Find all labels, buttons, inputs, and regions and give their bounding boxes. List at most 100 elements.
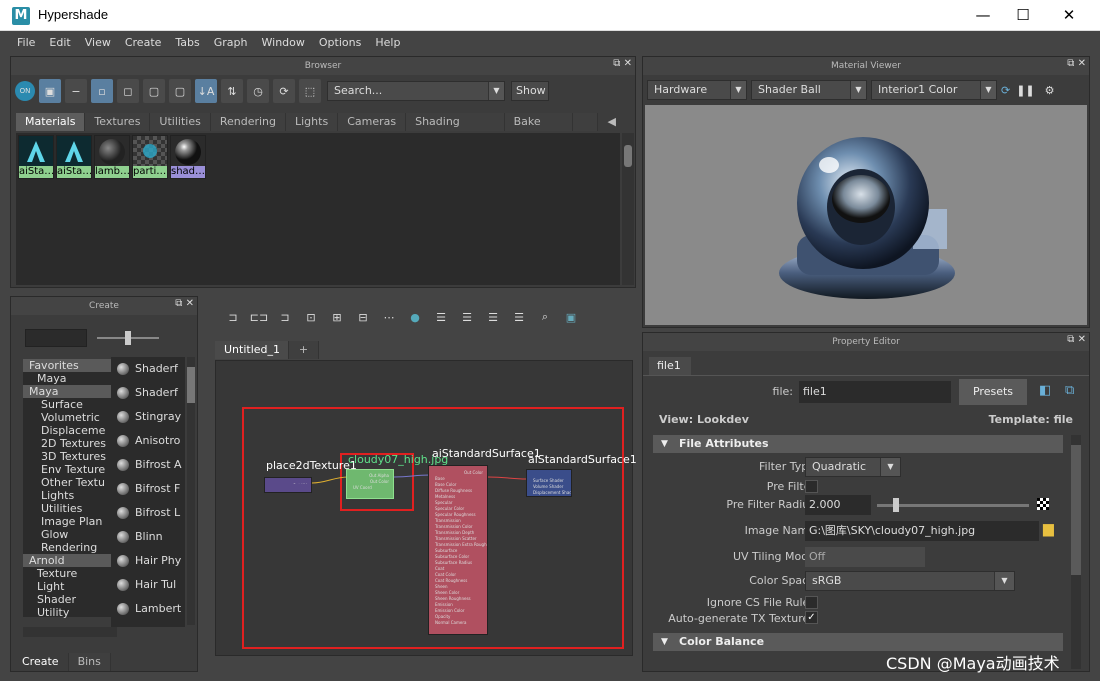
file-node[interactable]: Out Alpha Out Color UV Coord	[346, 469, 394, 499]
tab-create[interactable]: Create	[13, 653, 69, 671]
chevron-down-icon[interactable]: ▼	[488, 82, 504, 100]
material-preview-viewport[interactable]	[645, 105, 1087, 325]
tab-utilities[interactable]: Utilities	[150, 113, 211, 131]
menu-help[interactable]: Help	[368, 32, 407, 54]
ignore-cs-checkbox[interactable]	[805, 596, 818, 609]
io-connections-icon[interactable]: ⊏⊐	[248, 305, 270, 329]
shape-dropdown[interactable]: Shader Ball ▼	[751, 80, 867, 100]
show-input-icon[interactable]: ◧	[1039, 383, 1051, 398]
menu-view[interactable]: View	[78, 32, 118, 54]
minimize-button[interactable]: —	[968, 4, 998, 26]
large-icon-size-icon[interactable]: ▢	[143, 79, 165, 103]
tree-item[interactable]: Other Textu	[23, 476, 117, 489]
chevron-down-icon[interactable]: ▼	[880, 458, 900, 476]
copy-tab-icon[interactable]: ⧉	[1065, 383, 1074, 398]
swatch-lambert[interactable]: lamb…	[94, 135, 130, 179]
frame-all-icon[interactable]: ⊡	[300, 305, 322, 329]
node-list-item[interactable]: Bifrost A	[111, 453, 185, 477]
tree-favorites-maya[interactable]: Maya	[23, 372, 117, 385]
tab-cameras[interactable]: Cameras	[338, 113, 407, 131]
tab-bake-sets[interactable]: Bake Sets	[504, 113, 574, 146]
tab-lights[interactable]: Lights	[286, 113, 339, 131]
tree-item[interactable]: Shader	[23, 593, 117, 606]
maximize-button[interactable]: ☐	[1008, 4, 1038, 26]
pre-filter-checkbox[interactable]	[805, 480, 818, 493]
node-list-item[interactable]: Bifrost F	[111, 477, 185, 501]
select-icon[interactable]: ⬚	[299, 79, 321, 103]
close-button[interactable]: ✕	[1054, 4, 1084, 26]
refresh-icon[interactable]: ⟳	[1001, 84, 1010, 97]
node-list-item[interactable]: Stingray	[111, 405, 185, 429]
node-list-item[interactable]: Shaderf	[111, 357, 185, 381]
section-color-balance[interactable]: ▼ Color Balance	[653, 633, 1063, 651]
settings-icon[interactable]: ⚙	[1045, 84, 1055, 97]
node-list-item[interactable]: Hair Phy	[111, 549, 185, 573]
sort-time-icon[interactable]: ◷	[247, 79, 269, 103]
file-name-field[interactable]: file1	[799, 381, 951, 403]
tree-item[interactable]: Utility	[23, 606, 117, 619]
node-list-item[interactable]: Hair Tul	[111, 573, 185, 597]
menu-window[interactable]: Window	[255, 32, 312, 54]
uv-tiling-dropdown[interactable]: Off	[805, 547, 925, 567]
tab-scroll-arrows[interactable]: ◀ ▶	[598, 113, 635, 146]
color-space-dropdown[interactable]: sRGB ▼	[805, 571, 1015, 591]
menu-options[interactable]: Options	[312, 32, 368, 54]
graph-icon[interactable]: ●	[404, 305, 426, 329]
tree-item[interactable]: 3D Textures	[23, 450, 117, 463]
tab-shading-groups[interactable]: Shading Groups	[406, 113, 505, 146]
tree-maya[interactable]: Maya	[23, 385, 117, 398]
small-icon-size-icon[interactable]: ▫	[91, 79, 113, 103]
list-view-icon[interactable]: −	[65, 79, 87, 103]
tree-item[interactable]: Image Plan	[23, 515, 117, 528]
tree-item[interactable]: Glow	[23, 528, 117, 541]
tree-favorites[interactable]: Favorites	[23, 359, 117, 372]
tree-item[interactable]: Env Texture	[23, 463, 117, 476]
swatch-size-slider[interactable]	[97, 331, 159, 345]
refresh-icon[interactable]: ⟳	[273, 79, 295, 103]
node-list-item[interactable]: Bifrost L	[111, 501, 185, 525]
panel-buttons[interactable]: ⧉ ✕	[613, 58, 632, 69]
pre-filter-radius-slider[interactable]	[877, 498, 1029, 512]
menu-tabs[interactable]: Tabs	[168, 32, 206, 54]
medium-icon-size-icon[interactable]: ◻	[117, 79, 139, 103]
tree-item[interactable]: Rendering	[23, 541, 117, 554]
connected-view-icon[interactable]: ☰	[456, 305, 478, 329]
panel-buttons[interactable]: ⧉ ✕	[1067, 334, 1086, 345]
settings-icon[interactable]: ▣	[560, 305, 582, 329]
tab-bins[interactable]: Bins	[68, 653, 111, 671]
tree-item[interactable]: Displaceme	[23, 424, 117, 437]
tab-textures[interactable]: Textures	[85, 113, 151, 131]
chevron-down-icon[interactable]: ▼	[850, 81, 866, 99]
tab-materials[interactable]: Materials	[16, 113, 86, 131]
node-list-item[interactable]: Anisotro	[111, 429, 185, 453]
sort-alpha-icon[interactable]: ↓A	[195, 79, 217, 103]
node-graph-canvas[interactable]: place2dTexture1 Out UV cloudy07_high.jpg…	[215, 360, 637, 656]
presets-button[interactable]: Presets	[959, 379, 1027, 405]
tree-arnold[interactable]: Arnold	[23, 554, 117, 567]
tree-item[interactable]: Lights	[23, 489, 117, 502]
map-button-icon[interactable]	[1037, 498, 1049, 510]
menu-file[interactable]: File	[10, 32, 42, 54]
swatch-particle[interactable]: parti…	[132, 135, 168, 179]
swatch-aistandardsurface-1[interactable]: aiSta…	[18, 135, 54, 179]
menu-edit[interactable]: Edit	[42, 32, 77, 54]
node-list-item[interactable]: Lambert	[111, 597, 185, 621]
filter-type-dropdown[interactable]: Quadratic ▼	[805, 457, 901, 477]
image-name-field[interactable]: G:\图库\SKY\cloudy07_high.jpg	[805, 521, 1039, 541]
menu-create[interactable]: Create	[118, 32, 169, 54]
chevron-down-icon[interactable]: ▼	[980, 81, 996, 99]
auto-tx-checkbox[interactable]: ✓	[805, 611, 818, 624]
add-tab-button[interactable]: +	[289, 341, 319, 359]
tab-untitled[interactable]: Untitled_1	[215, 341, 289, 359]
folder-icon[interactable]: ▆	[1043, 521, 1054, 537]
on-toggle-icon[interactable]: ON	[15, 81, 35, 101]
property-scrollbar[interactable]	[1071, 435, 1081, 669]
node-list-item[interactable]: Blinn	[111, 525, 185, 549]
tree-item[interactable]: Utilities	[23, 502, 117, 515]
swatch-shader[interactable]: shad…	[170, 135, 206, 179]
tree-item[interactable]: Surface	[23, 398, 117, 411]
renderer-dropdown[interactable]: Hardware ▼	[647, 80, 747, 100]
tree-item[interactable]: 2D Textures	[23, 437, 117, 450]
tree-hscrollbar[interactable]	[23, 627, 117, 637]
node-list-item[interactable]: Shaderf	[111, 381, 185, 405]
